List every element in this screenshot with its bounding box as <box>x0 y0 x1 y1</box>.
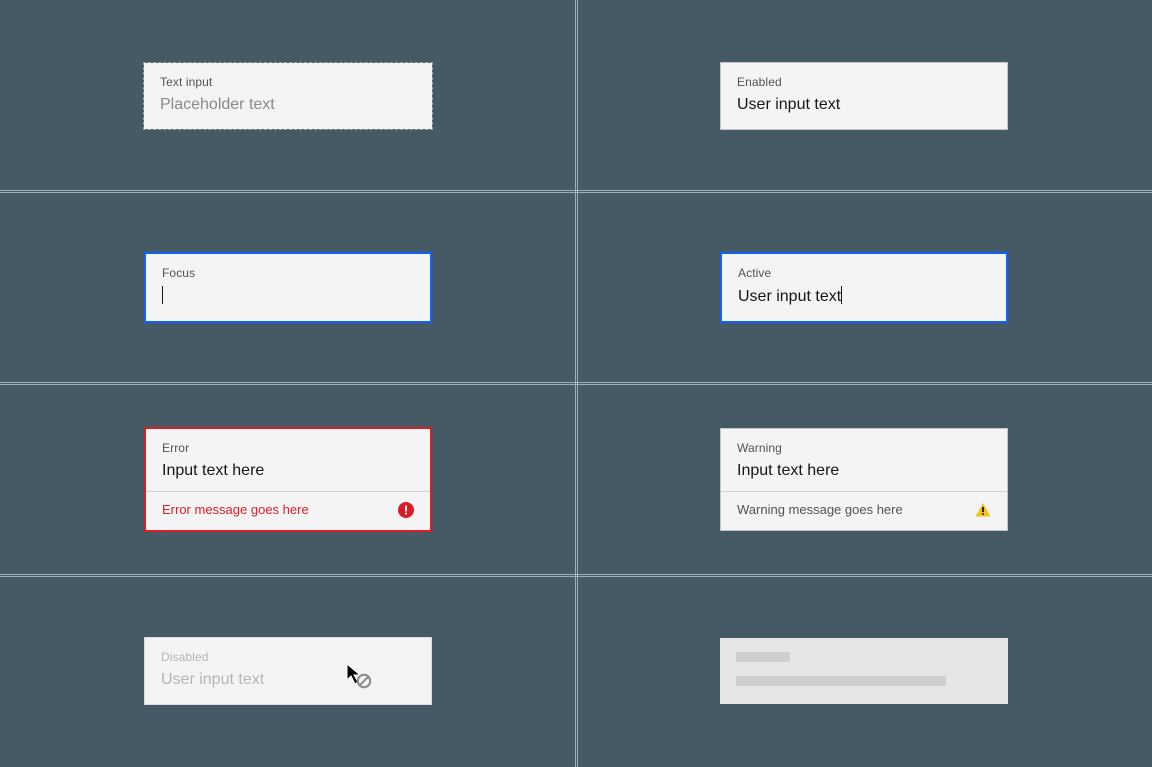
text-input-skeleton <box>720 638 1008 704</box>
warning-filled-icon <box>975 502 991 518</box>
text-input-default[interactable]: Text input Placeholder text <box>144 63 432 129</box>
warning-message-text: Warning message goes here <box>737 502 903 517</box>
text-caret <box>162 286 163 304</box>
field-label: Active <box>738 266 990 280</box>
field-value <box>162 286 414 307</box>
field-value: Input text here <box>737 461 991 481</box>
text-input-warning[interactable]: Warning Input text here Warning message … <box>720 428 1008 531</box>
field-label: Focus <box>162 266 414 280</box>
warning-message-row: Warning message goes here <box>721 491 1007 530</box>
field-label: Text input <box>160 75 416 89</box>
text-input-active[interactable]: Active User input text <box>720 252 1008 323</box>
cell-warning: Warning Input text here Warning message … <box>576 384 1152 576</box>
cell-disabled: Disabled User input text <box>0 575 576 767</box>
text-caret <box>841 286 842 304</box>
field-placeholder: Placeholder text <box>160 95 416 115</box>
cell-focus: Focus <box>0 192 576 384</box>
states-grid: Text input Placeholder text Enabled User… <box>0 0 1152 767</box>
field-value: Input text here <box>162 461 414 481</box>
field-value: User input text <box>737 95 991 115</box>
field-label: Disabled <box>161 650 415 664</box>
cell-enabled: Enabled User input text <box>576 0 1152 192</box>
field-label: Warning <box>737 441 991 455</box>
text-input-error[interactable]: Error Input text here Error message goes… <box>144 427 432 532</box>
error-filled-icon <box>398 502 414 518</box>
error-message-text: Error message goes here <box>162 502 309 517</box>
error-message-row: Error message goes here <box>146 491 430 530</box>
skeleton-label-bar <box>736 652 790 662</box>
text-input-enabled[interactable]: Enabled User input text <box>720 62 1008 130</box>
field-label: Error <box>162 441 414 455</box>
text-input-focus[interactable]: Focus <box>144 252 432 323</box>
cell-default: Text input Placeholder text <box>0 0 576 192</box>
skeleton-value-bar <box>736 676 946 686</box>
cell-active: Active User input text <box>576 192 1152 384</box>
text-input-disabled: Disabled User input text <box>144 637 432 705</box>
field-label: Enabled <box>737 75 991 89</box>
field-value: User input text <box>738 286 990 307</box>
cell-skeleton <box>576 575 1152 767</box>
cell-error: Error Input text here Error message goes… <box>0 384 576 576</box>
field-value: User input text <box>161 670 415 690</box>
